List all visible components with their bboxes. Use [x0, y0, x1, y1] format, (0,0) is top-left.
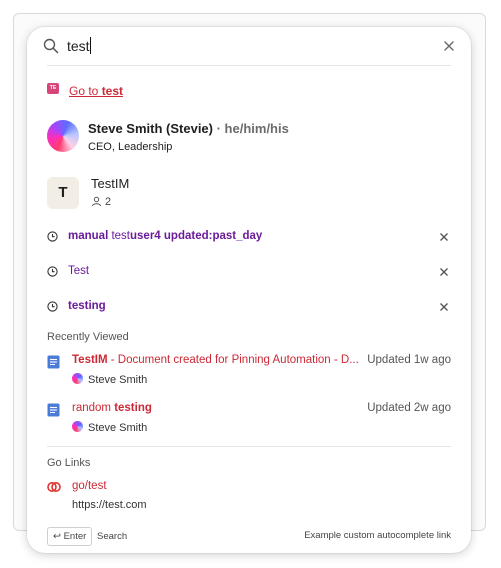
- document-title: random testing: [72, 402, 152, 414]
- document-updated: Updated 1w ago: [367, 354, 451, 366]
- go-to-badge-icon: TE: [47, 83, 59, 94]
- group-name: TestIM: [91, 176, 130, 191]
- clock-icon: [47, 266, 58, 277]
- history-query: testing: [68, 300, 106, 312]
- person-icon: [92, 196, 101, 207]
- recently-viewed-heading: Recently Viewed: [47, 331, 129, 343]
- footer-action-label: Search: [97, 531, 128, 542]
- enter-key-hint: ↩ Enter: [47, 527, 93, 546]
- person-pronouns: · he/him/his: [213, 121, 289, 136]
- search-input[interactable]: [67, 36, 427, 56]
- go-link-url: https://test.com: [72, 499, 147, 511]
- go-links-heading: Go Links: [47, 457, 91, 469]
- history-item[interactable]: manual testuser4 updated:past_day: [47, 229, 451, 247]
- avatar: [72, 373, 83, 384]
- footer: ↩ Enter Search Example custom autocomple…: [47, 527, 451, 547]
- document-result[interactable]: TestIM - Document created for Pinning Au…: [47, 354, 451, 390]
- search-autocomplete-panel: TE Go to test Steve Smith (Stevie) · he/…: [27, 27, 471, 553]
- history-query: Test: [68, 265, 90, 277]
- person-name: Steve Smith (Stevie): [88, 121, 213, 136]
- history-item[interactable]: Test: [47, 264, 451, 282]
- document-author: Steve Smith: [72, 373, 147, 386]
- avatar: [47, 120, 79, 152]
- document-title: TestIM - Document created for Pinning Au…: [72, 354, 359, 366]
- history-item[interactable]: testing: [47, 299, 451, 317]
- clock-icon: [47, 231, 58, 242]
- person-title: CEO, Leadership: [88, 141, 173, 153]
- go-link-name: go/test: [72, 480, 107, 492]
- document-icon: [47, 403, 60, 417]
- document-result[interactable]: random testing Updated 2w ago Steve Smit…: [47, 402, 451, 438]
- document-author: Steve Smith: [72, 421, 147, 434]
- close-icon[interactable]: [442, 39, 456, 53]
- history-query: manual testuser4 updated:past_day: [68, 230, 263, 242]
- divider: [47, 65, 451, 66]
- link-icon: [47, 482, 61, 492]
- remove-history-icon[interactable]: [439, 302, 449, 312]
- divider: [47, 446, 451, 447]
- remove-history-icon[interactable]: [439, 232, 449, 242]
- clock-icon: [47, 301, 58, 312]
- group-member-count: 2: [91, 196, 111, 208]
- group-avatar: T: [47, 177, 79, 209]
- go-to-link[interactable]: Go to test: [69, 84, 123, 98]
- group-result[interactable]: T TestIM 2: [47, 176, 451, 210]
- avatar: [72, 421, 83, 432]
- document-updated: Updated 2w ago: [367, 402, 451, 414]
- search-icon: [43, 38, 59, 54]
- text-caret: [90, 37, 91, 54]
- footer-hint: Example custom autocomplete link: [304, 530, 451, 541]
- search-bar: [27, 27, 471, 65]
- document-icon: [47, 355, 60, 369]
- remove-history-icon[interactable]: [439, 267, 449, 277]
- go-link-result[interactable]: go/test https://test.com: [47, 480, 451, 514]
- person-result[interactable]: Steve Smith (Stevie) · he/him/his CEO, L…: [47, 119, 451, 155]
